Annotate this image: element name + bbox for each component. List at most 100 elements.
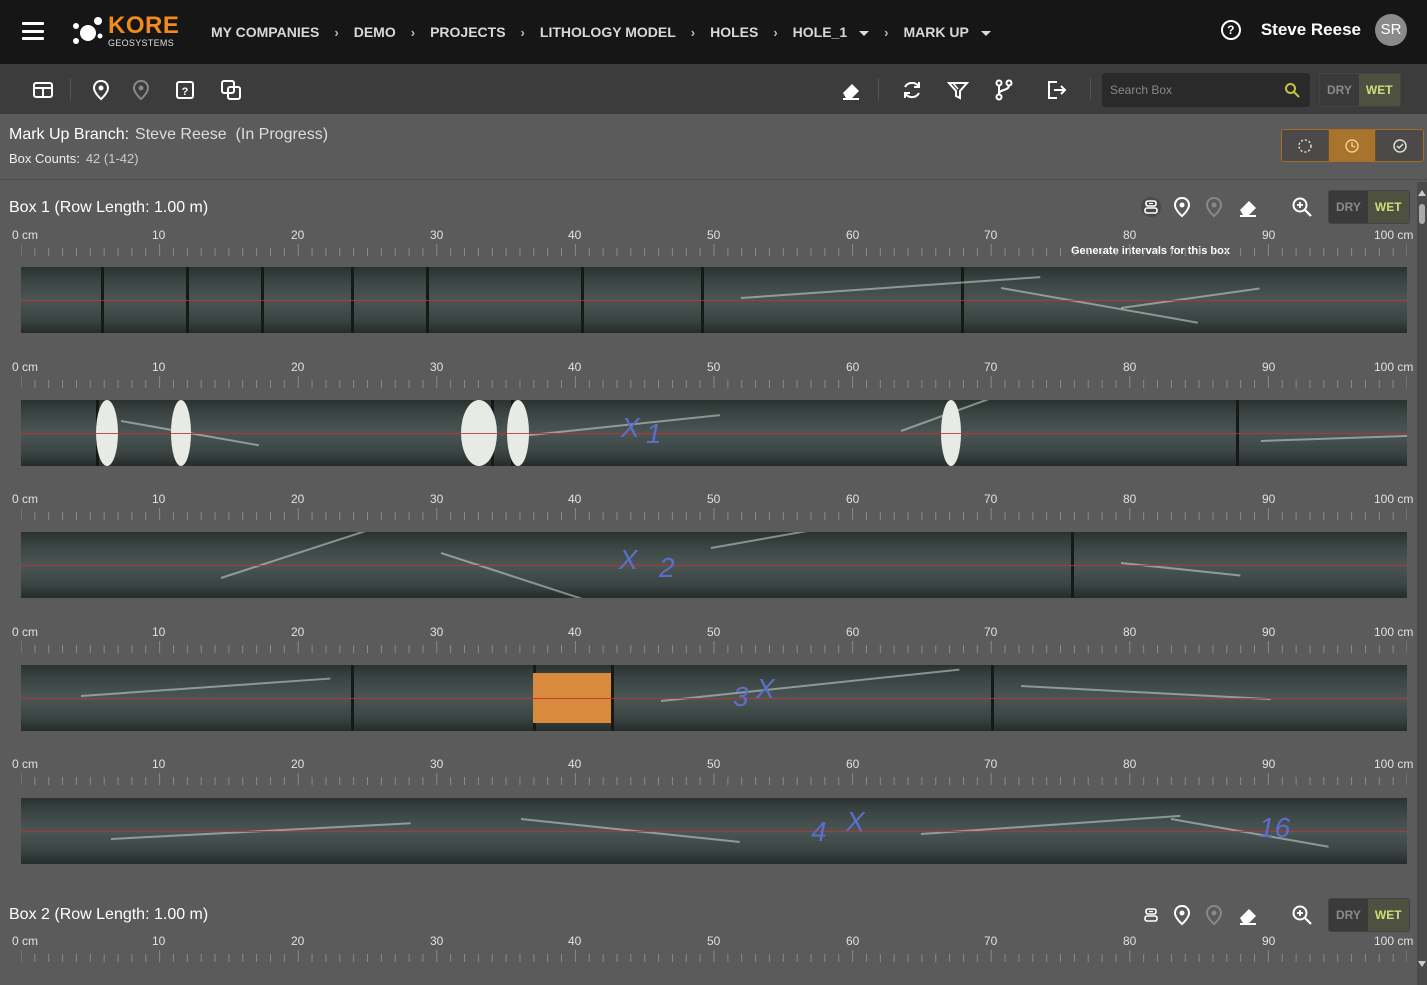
ruler-label: 100 cm [1374, 934, 1414, 948]
user-name[interactable]: Steve Reese [1261, 20, 1361, 40]
box-2-dry-button[interactable]: DRY [1329, 899, 1368, 931]
search-input[interactable] [1102, 73, 1282, 107]
scrollbar-thumb[interactable] [1419, 204, 1425, 224]
menu-icon[interactable] [22, 22, 44, 40]
breadcrumb-hole-1[interactable]: HOLE_1 [793, 24, 870, 40]
search-icon[interactable] [1284, 82, 1300, 98]
breadcrumb-holes[interactable]: HOLES [710, 24, 758, 40]
avatar[interactable]: SR [1375, 14, 1407, 46]
ruler-label: 10 [152, 934, 166, 948]
ruler-label: 100 cm [1374, 492, 1414, 506]
ruler-label: 50 [707, 757, 721, 771]
status-in-progress-button[interactable] [1329, 130, 1376, 161]
core-vein [1170, 818, 1329, 848]
ruler-label: 20 [291, 934, 305, 948]
core-mark-x: X [756, 673, 775, 704]
core-vein [660, 668, 960, 702]
location-pin-icon[interactable] [90, 79, 112, 101]
top-navigation-bar: KORE GEOSYSTEMS MY COMPANIES › DEMO › PR… [0, 0, 1427, 64]
chevron-down-icon[interactable] [859, 30, 870, 36]
ruler-label: 80 [1123, 492, 1137, 506]
scroll-up-icon[interactable] [1418, 190, 1426, 196]
ruler-label: 90 [1262, 625, 1276, 639]
eraser-icon[interactable] [1237, 904, 1259, 926]
ruler-label: 70 [984, 934, 998, 948]
breadcrumb-my-companies[interactable]: MY COMPANIES [211, 24, 319, 40]
refresh-icon[interactable] [901, 79, 923, 101]
zoom-in-icon[interactable] [1291, 904, 1313, 926]
status-complete-button[interactable] [1376, 130, 1423, 161]
branch-label: Mark Up Branch: [9, 126, 130, 143]
ruler: 0 cm 10 20 30 40 50 60 70 80 90 100 cm [0, 492, 1417, 522]
help-icon[interactable]: ? [1220, 20, 1241, 40]
ruler: 0 cm 10 20 30 40 50 60 70 80 90 100 cm [0, 625, 1417, 655]
status-not-started-button[interactable] [1282, 130, 1329, 161]
location-pin-icon[interactable] [1171, 196, 1193, 218]
breadcrumb-lithology-model[interactable]: LITHOLOGY MODEL [540, 24, 676, 40]
ruler-label: 20 [291, 360, 305, 374]
branch-info: Mark Up Branch: Steve Reese (In Progress) [9, 126, 328, 144]
eraser-icon[interactable] [840, 79, 862, 101]
ruler-label: 40 [568, 360, 582, 374]
generate-intervals-icon[interactable] [1140, 904, 1162, 926]
ruler-label: 30 [430, 360, 444, 374]
core-centerline [21, 831, 1407, 832]
breadcrumb-demo[interactable]: DEMO [354, 24, 396, 40]
ruler-ticks [21, 508, 1407, 520]
breadcrumb-projects[interactable]: PROJECTS [430, 24, 505, 40]
ruler-label: 80 [1123, 625, 1137, 639]
core-sample-row[interactable]: 4 X 16 [21, 798, 1407, 864]
ruler-label: 90 [1262, 934, 1276, 948]
breadcrumb-mark-up[interactable]: MARK UP [903, 24, 991, 40]
ruler-label: 10 [152, 492, 166, 506]
export-icon[interactable] [1045, 79, 1067, 101]
ruler-label: 90 [1262, 360, 1276, 374]
box-2-title: Box 2 (Row Length: 1.00 m) [9, 906, 209, 923]
ruler-label: 50 [707, 934, 721, 948]
core-vein [1000, 287, 1199, 324]
core-sample-row[interactable]: 3X [21, 665, 1407, 731]
ruler-label: 80 [1123, 757, 1137, 771]
core-sample-row[interactable]: X1 [21, 400, 1407, 466]
ruler: 0 cm 10 20 30 40 50 60 70 80 90 100 cm [0, 934, 1417, 964]
core-mark-x: X [846, 806, 865, 837]
ruler-ticks [21, 641, 1407, 653]
box-1-dry-button[interactable]: DRY [1329, 191, 1368, 223]
dry-wet-toggle: DRY WET [1319, 73, 1401, 107]
user-area: ? Steve Reese SR [1220, 14, 1407, 46]
box-1-dry-wet-toggle: DRY WET [1328, 190, 1410, 224]
box-1-wet-button[interactable]: WET [1367, 191, 1409, 223]
table-view-icon[interactable] [32, 79, 54, 101]
generate-intervals-icon[interactable] [1140, 196, 1162, 218]
eraser-icon[interactable] [1237, 196, 1259, 218]
scrollbar[interactable] [1417, 182, 1427, 985]
core-sample-row[interactable]: X2 [21, 532, 1407, 598]
ruler-label: 70 [984, 757, 998, 771]
box-2-wet-button[interactable]: WET [1367, 899, 1409, 931]
ruler-label: 30 [430, 228, 444, 242]
logo-text: KORE [108, 12, 180, 39]
ruler-label: 0 cm [12, 492, 39, 506]
box-2-dry-wet-toggle: DRY WET [1328, 898, 1410, 932]
dry-button[interactable]: DRY [1320, 74, 1359, 106]
ruler-ticks [21, 376, 1407, 388]
wet-button[interactable]: WET [1358, 74, 1400, 106]
breadcrumb: MY COMPANIES › DEMO › PROJECTS › LITHOLO… [211, 0, 991, 64]
ruler-label: 30 [430, 934, 444, 948]
location-pin-icon[interactable] [1171, 904, 1193, 926]
question-box-icon[interactable]: ? [174, 79, 196, 101]
copy-icon[interactable] [220, 79, 242, 101]
scroll-down-icon[interactable] [1418, 961, 1426, 967]
filter-icon[interactable] [947, 79, 969, 101]
ruler-label: 40 [568, 228, 582, 242]
core-sample-row[interactable] [21, 267, 1407, 333]
zoom-in-icon[interactable] [1291, 196, 1313, 218]
ruler-label: 0 cm [12, 360, 39, 374]
branch-icon[interactable] [993, 79, 1015, 101]
ruler-label: 30 [430, 757, 444, 771]
core-vein [710, 532, 909, 549]
markup-info-bar: Mark Up Branch: Steve Reese (In Progress)… [0, 114, 1427, 180]
chevron-down-icon[interactable] [980, 30, 991, 36]
clock-icon [1345, 138, 1359, 153]
kore-logo[interactable]: KORE GEOSYSTEMS [70, 12, 180, 52]
